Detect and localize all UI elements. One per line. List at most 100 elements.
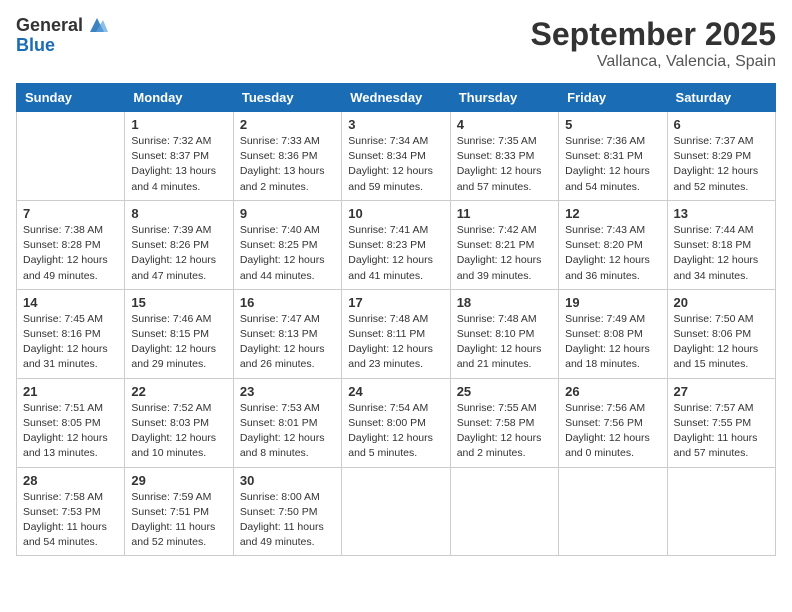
table-row: 11 Sunrise: 7:42 AM Sunset: 8:21 PM Dayli… bbox=[450, 200, 558, 289]
table-row: 23Sunrise: 7:53 AM Sunset: 8:01 PM Dayli… bbox=[233, 378, 341, 467]
day-number: 19 bbox=[565, 295, 660, 310]
day-number: 7 bbox=[23, 206, 118, 221]
table-row: 3 Sunrise: 7:34 AM Sunset: 8:34 PM Daylig… bbox=[342, 112, 450, 201]
table-row: 8 Sunrise: 7:39 AM Sunset: 8:26 PM Daylig… bbox=[125, 200, 233, 289]
table-row: 2 Sunrise: 7:33 AM Sunset: 8:36 PM Daylig… bbox=[233, 112, 341, 201]
table-row: 24 Sunrise: 7:54 AM Sunset: 8:00 PM Dayli… bbox=[342, 378, 450, 467]
day-info: Sunrise: 7:55 AM Sunset: 7:58 PM Dayligh… bbox=[457, 401, 552, 462]
day-info: Sunrise: 7:59 AM Sunset: 7:51 PM Dayligh… bbox=[131, 490, 226, 551]
logo-general: General bbox=[16, 16, 83, 36]
day-info: Sunrise: 7:48 AM Sunset: 8:10 PM Dayligh… bbox=[457, 312, 552, 373]
day-info: Sunrise: 7:42 AM Sunset: 8:21 PM Dayligh… bbox=[457, 223, 552, 284]
day-info: Sunrise: 7:46 AM Sunset: 8:15 PM Dayligh… bbox=[131, 312, 226, 373]
day-info: Sunrise: 7:56 AM Sunset: 7:56 PM Dayligh… bbox=[565, 401, 660, 462]
table-row: 20 Sunrise: 7:50 AM Sunset: 8:06 PM Dayli… bbox=[667, 289, 775, 378]
table-row: 5Sunrise: 7:36 AM Sunset: 8:31 PM Daylig… bbox=[559, 112, 667, 201]
col-friday: Friday bbox=[559, 84, 667, 112]
table-row bbox=[17, 112, 125, 201]
col-tuesday: Tuesday bbox=[233, 84, 341, 112]
logo: General Blue bbox=[16, 16, 108, 56]
col-sunday: Sunday bbox=[17, 84, 125, 112]
table-row: 4 Sunrise: 7:35 AM Sunset: 8:33 PM Daylig… bbox=[450, 112, 558, 201]
table-row: 15 Sunrise: 7:46 AM Sunset: 8:15 PM Dayli… bbox=[125, 289, 233, 378]
day-info: Sunrise: 7:54 AM Sunset: 8:00 PM Dayligh… bbox=[348, 401, 443, 462]
day-info: Sunrise: 7:41 AM Sunset: 8:23 PM Dayligh… bbox=[348, 223, 443, 284]
day-number: 26 bbox=[565, 384, 660, 399]
table-row: 22 Sunrise: 7:52 AM Sunset: 8:03 PM Dayli… bbox=[125, 378, 233, 467]
table-row: 14 Sunrise: 7:45 AM Sunset: 8:16 PM Dayli… bbox=[17, 289, 125, 378]
calendar-header-row: Sunday Monday Tuesday Wednesday Thursday… bbox=[17, 84, 776, 112]
day-info: Sunrise: 7:45 AM Sunset: 8:16 PM Dayligh… bbox=[23, 312, 118, 373]
day-number: 16 bbox=[240, 295, 335, 310]
col-wednesday: Wednesday bbox=[342, 84, 450, 112]
table-row bbox=[342, 467, 450, 556]
day-number: 29 bbox=[131, 473, 226, 488]
day-info: Sunrise: 7:32 AM Sunset: 8:37 PM Dayligh… bbox=[131, 134, 226, 195]
day-number: 30 bbox=[240, 473, 335, 488]
table-row: 13 Sunrise: 7:44 AM Sunset: 8:18 PM Dayli… bbox=[667, 200, 775, 289]
day-number: 1 bbox=[131, 117, 226, 132]
day-number: 21 bbox=[23, 384, 118, 399]
day-number: 14 bbox=[23, 295, 118, 310]
day-number: 17 bbox=[348, 295, 443, 310]
table-row: 12 Sunrise: 7:43 AM Sunset: 8:20 PM Dayli… bbox=[559, 200, 667, 289]
day-number: 22 bbox=[131, 384, 226, 399]
table-row: 25 Sunrise: 7:55 AM Sunset: 7:58 PM Dayli… bbox=[450, 378, 558, 467]
table-row bbox=[450, 467, 558, 556]
day-info: Sunrise: 7:43 AM Sunset: 8:20 PM Dayligh… bbox=[565, 223, 660, 284]
day-info: Sunrise: 7:39 AM Sunset: 8:26 PM Dayligh… bbox=[131, 223, 226, 284]
col-thursday: Thursday bbox=[450, 84, 558, 112]
calendar-week-row: 28 Sunrise: 7:58 AM Sunset: 7:53 PM Dayli… bbox=[17, 467, 776, 556]
day-number: 20 bbox=[674, 295, 769, 310]
day-number: 11 bbox=[457, 206, 552, 221]
day-info: Sunrise: 7:58 AM Sunset: 7:53 PM Dayligh… bbox=[23, 490, 118, 551]
day-number: 23 bbox=[240, 384, 335, 399]
day-info: Sunrise: 7:57 AM Sunset: 7:55 PM Dayligh… bbox=[674, 401, 769, 462]
calendar-week-row: 21 Sunrise: 7:51 AM Sunset: 8:05 PM Dayli… bbox=[17, 378, 776, 467]
logo-blue: Blue bbox=[16, 36, 108, 56]
day-number: 13 bbox=[674, 206, 769, 221]
table-row: 16 Sunrise: 7:47 AM Sunset: 8:13 PM Dayli… bbox=[233, 289, 341, 378]
day-info: Sunrise: 7:50 AM Sunset: 8:06 PM Dayligh… bbox=[674, 312, 769, 373]
day-info: Sunrise: 7:36 AM Sunset: 8:31 PM Dayligh… bbox=[565, 134, 660, 195]
day-info: Sunrise: 7:35 AM Sunset: 8:33 PM Dayligh… bbox=[457, 134, 552, 195]
table-row: 18 Sunrise: 7:48 AM Sunset: 8:10 PM Dayli… bbox=[450, 289, 558, 378]
day-number: 27 bbox=[674, 384, 769, 399]
day-info: Sunrise: 7:33 AM Sunset: 8:36 PM Dayligh… bbox=[240, 134, 335, 195]
day-info: Sunrise: 7:44 AM Sunset: 8:18 PM Dayligh… bbox=[674, 223, 769, 284]
table-row: 10Sunrise: 7:41 AM Sunset: 8:23 PM Dayli… bbox=[342, 200, 450, 289]
day-number: 4 bbox=[457, 117, 552, 132]
day-number: 28 bbox=[23, 473, 118, 488]
col-monday: Monday bbox=[125, 84, 233, 112]
day-number: 2 bbox=[240, 117, 335, 132]
page-header: General Blue September 2025 Vallanca, Va… bbox=[16, 16, 776, 71]
day-number: 3 bbox=[348, 117, 443, 132]
day-number: 6 bbox=[674, 117, 769, 132]
table-row: 29 Sunrise: 7:59 AM Sunset: 7:51 PM Dayli… bbox=[125, 467, 233, 556]
month-title: September 2025 bbox=[531, 16, 776, 53]
day-info: Sunrise: 7:51 AM Sunset: 8:05 PM Dayligh… bbox=[23, 401, 118, 462]
day-number: 8 bbox=[131, 206, 226, 221]
table-row: 19 Sunrise: 7:49 AM Sunset: 8:08 PM Dayli… bbox=[559, 289, 667, 378]
day-number: 24 bbox=[348, 384, 443, 399]
day-info: Sunrise: 7:37 AM Sunset: 8:29 PM Dayligh… bbox=[674, 134, 769, 195]
table-row: 1 Sunrise: 7:32 AM Sunset: 8:37 PM Daylig… bbox=[125, 112, 233, 201]
day-info: Sunrise: 7:48 AM Sunset: 8:11 PM Dayligh… bbox=[348, 312, 443, 373]
table-row: 30 Sunrise: 8:00 AM Sunset: 7:50 PM Dayli… bbox=[233, 467, 341, 556]
calendar-week-row: 7Sunrise: 7:38 AM Sunset: 8:28 PM Daylig… bbox=[17, 200, 776, 289]
table-row bbox=[559, 467, 667, 556]
day-number: 18 bbox=[457, 295, 552, 310]
table-row bbox=[667, 467, 775, 556]
day-info: Sunrise: 7:34 AM Sunset: 8:34 PM Dayligh… bbox=[348, 134, 443, 195]
day-info: Sunrise: 8:00 AM Sunset: 7:50 PM Dayligh… bbox=[240, 490, 335, 551]
day-number: 12 bbox=[565, 206, 660, 221]
table-row: 6 Sunrise: 7:37 AM Sunset: 8:29 PM Daylig… bbox=[667, 112, 775, 201]
day-info: Sunrise: 7:49 AM Sunset: 8:08 PM Dayligh… bbox=[565, 312, 660, 373]
day-number: 25 bbox=[457, 384, 552, 399]
table-row: 26 Sunrise: 7:56 AM Sunset: 7:56 PM Dayli… bbox=[559, 378, 667, 467]
day-number: 9 bbox=[240, 206, 335, 221]
table-row: 7Sunrise: 7:38 AM Sunset: 8:28 PM Daylig… bbox=[17, 200, 125, 289]
day-info: Sunrise: 7:52 AM Sunset: 8:03 PM Dayligh… bbox=[131, 401, 226, 462]
day-number: 15 bbox=[131, 295, 226, 310]
day-info: Sunrise: 7:47 AM Sunset: 8:13 PM Dayligh… bbox=[240, 312, 335, 373]
